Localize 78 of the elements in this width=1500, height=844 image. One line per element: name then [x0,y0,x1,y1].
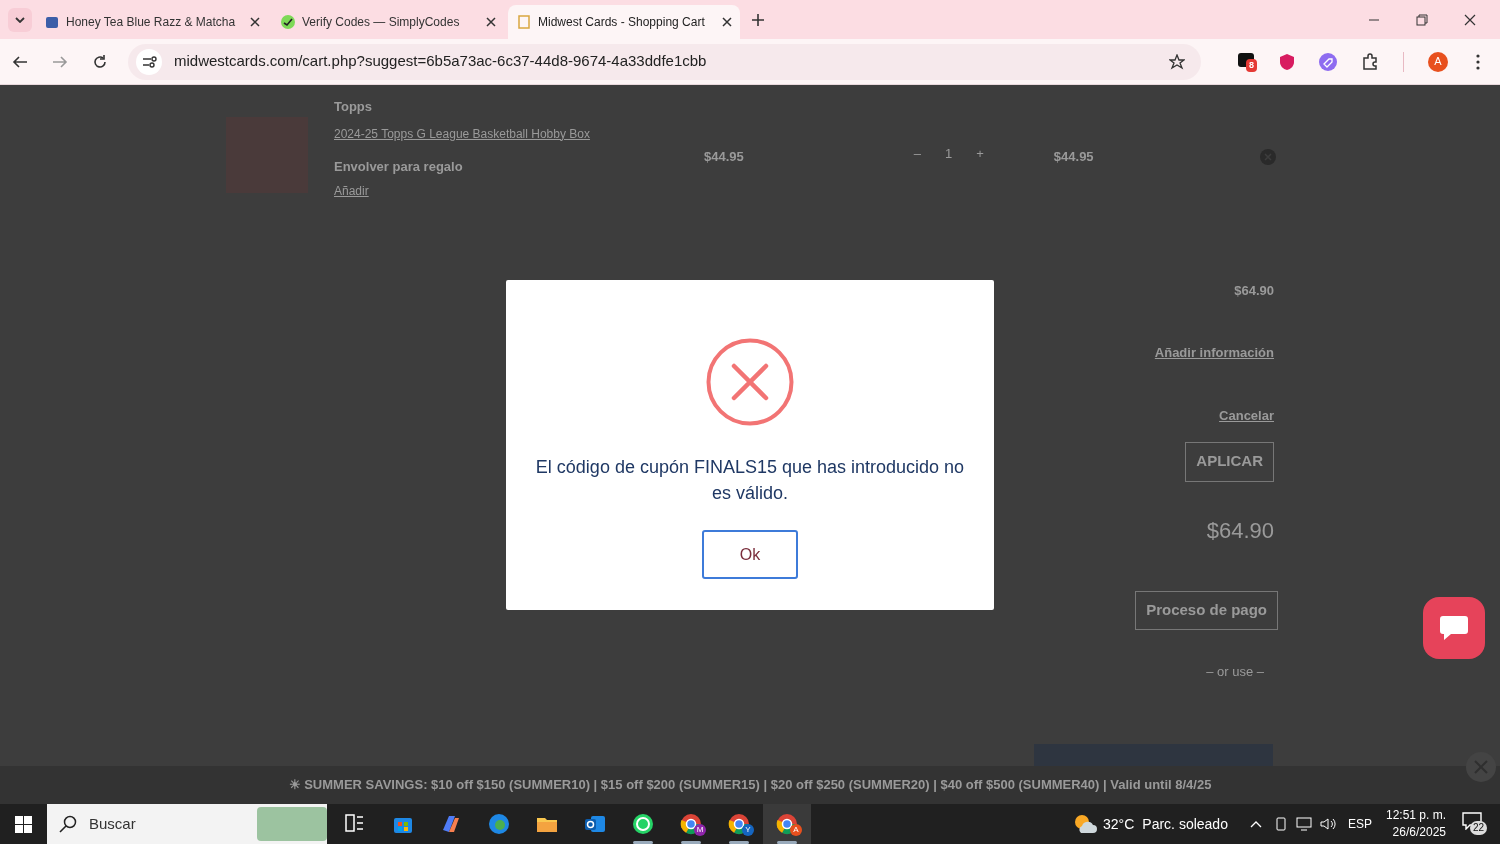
close-icon[interactable] [486,17,496,27]
search-icon [59,815,77,833]
subtotal-value: $64.90 [1234,282,1274,300]
temperature-text: 32°C [1103,814,1135,834]
weather-icon[interactable] [1073,813,1098,835]
windows-start-icon[interactable] [15,815,32,833]
site-icon [516,14,532,30]
shield-icon[interactable] [1279,52,1295,71]
close-icon[interactable] [1464,13,1476,26]
error-icon [706,338,794,426]
close-icon[interactable] [250,17,260,27]
close-icon[interactable] [722,17,732,27]
search-input[interactable]: Buscar [89,812,245,836]
site-icon [280,14,296,30]
browser-tab[interactable]: Midwest Cards - Shopping Cart [508,5,740,39]
checkout-button[interactable]: Proceso de pago [1135,590,1278,630]
site-icon [44,14,60,30]
running-indicator [681,841,701,844]
or-use-text: – or use – [1206,662,1264,681]
product-brand: Topps [334,98,374,116]
device-icon[interactable] [1273,817,1288,831]
back-icon[interactable] [12,53,28,70]
taskbar-search-field[interactable]: Buscar [47,804,327,844]
new-tab-icon[interactable] [752,13,764,26]
reload-icon[interactable] [92,53,108,70]
add-info-link[interactable]: Añadir información [1154,342,1274,362]
restore-icon[interactable] [1416,13,1428,26]
address-bar[interactable]: midwestcards.com/cart.php?suggest=6b5a73ac-6c37-44d8-9674-4a33ddfe1cbb [128,43,1201,80]
promo-text: ☀ SUMMER SAVINGS: $10 off $150 (SUMMER10) | $15 off $200 (SUMMER15) | $20 off $250 (SUMMER20) | $40 off $500 (SUMMER40) | Valid until 8/4/25 [288,776,1212,795]
running-indicator [633,841,653,844]
running-indicator [729,841,749,844]
taskbar-app-button[interactable]: Y [715,804,763,844]
chat-button[interactable] [1423,597,1485,659]
taskbar-app-button[interactable]: M [667,804,715,844]
forward-icon[interactable] [52,53,68,70]
speaker-icon[interactable] [1319,817,1336,831]
clock-time: 12:51 p. m. [1385,807,1446,824]
taskbar-app-button[interactable]: A [763,804,811,844]
quantity-value: 1 [945,145,953,163]
gift-wrap-link[interactable]: Añadir [334,182,684,200]
profile-badge: A [790,824,802,836]
tab-title: Honey Tea Blue Razz & Matcha [66,14,237,31]
tab-title: Midwest Cards - Shopping Cart [538,14,706,31]
menu-icon[interactable] [1476,53,1480,70]
apply-button[interactable]: APLICAR [1185,441,1274,482]
product-link[interactable]: 2024-25 Topps G League Basketball Hobby Box [334,124,684,143]
tab-title: Verify Codes — SimplyCodes [302,14,461,31]
chat-icon [1439,615,1469,641]
notification-icon[interactable] [1462,812,1482,830]
puzzle-icon[interactable] [1361,52,1379,71]
browser-tab[interactable]: Honey Tea Blue Razz & Matcha [36,5,268,39]
star-icon[interactable] [1169,53,1185,70]
browser-tab[interactable]: Verify Codes — SimplyCodes [272,5,504,39]
site-settings-icon[interactable] [136,48,162,75]
increase-button[interactable]: + [976,144,984,164]
chevron-down-icon [15,16,25,23]
gift-wrap-label: Envolver para regalo [334,157,464,176]
profile-badge: Y [742,824,754,836]
weather-text: Parc. soleado [1142,814,1228,834]
cancel-link[interactable]: Cancelar [1219,406,1274,426]
notification-badge: 8 [1246,58,1257,72]
clock-date: 26/6/2025 [1392,824,1446,841]
language-indicator[interactable]: ESP [1347,815,1372,833]
chevron-up-icon[interactable] [1249,820,1262,828]
profile-avatar[interactable]: A [1428,51,1448,72]
profile-badge: M [694,824,706,836]
ok-button[interactable]: Ok [702,530,798,579]
unit-price: $44.95 [704,148,744,166]
running-indicator [777,841,797,844]
grand-total: $64.90 [1206,516,1274,545]
error-message: El código de cupón FINALS15 que has introducido no es válido. [534,456,966,505]
tag-icon[interactable] [1319,52,1337,71]
decrease-button[interactable]: – [913,144,921,164]
url-text: midwestcards.com/cart.php?suggest=6b5a73ac-6c37-44d8-9674-4a33ddfe1cbb [174,51,708,72]
line-total: $44.95 [1053,148,1094,166]
tab-search-button[interactable] [8,7,32,32]
landscape-drawing [257,807,327,841]
notification-count: 22 [1470,821,1488,835]
